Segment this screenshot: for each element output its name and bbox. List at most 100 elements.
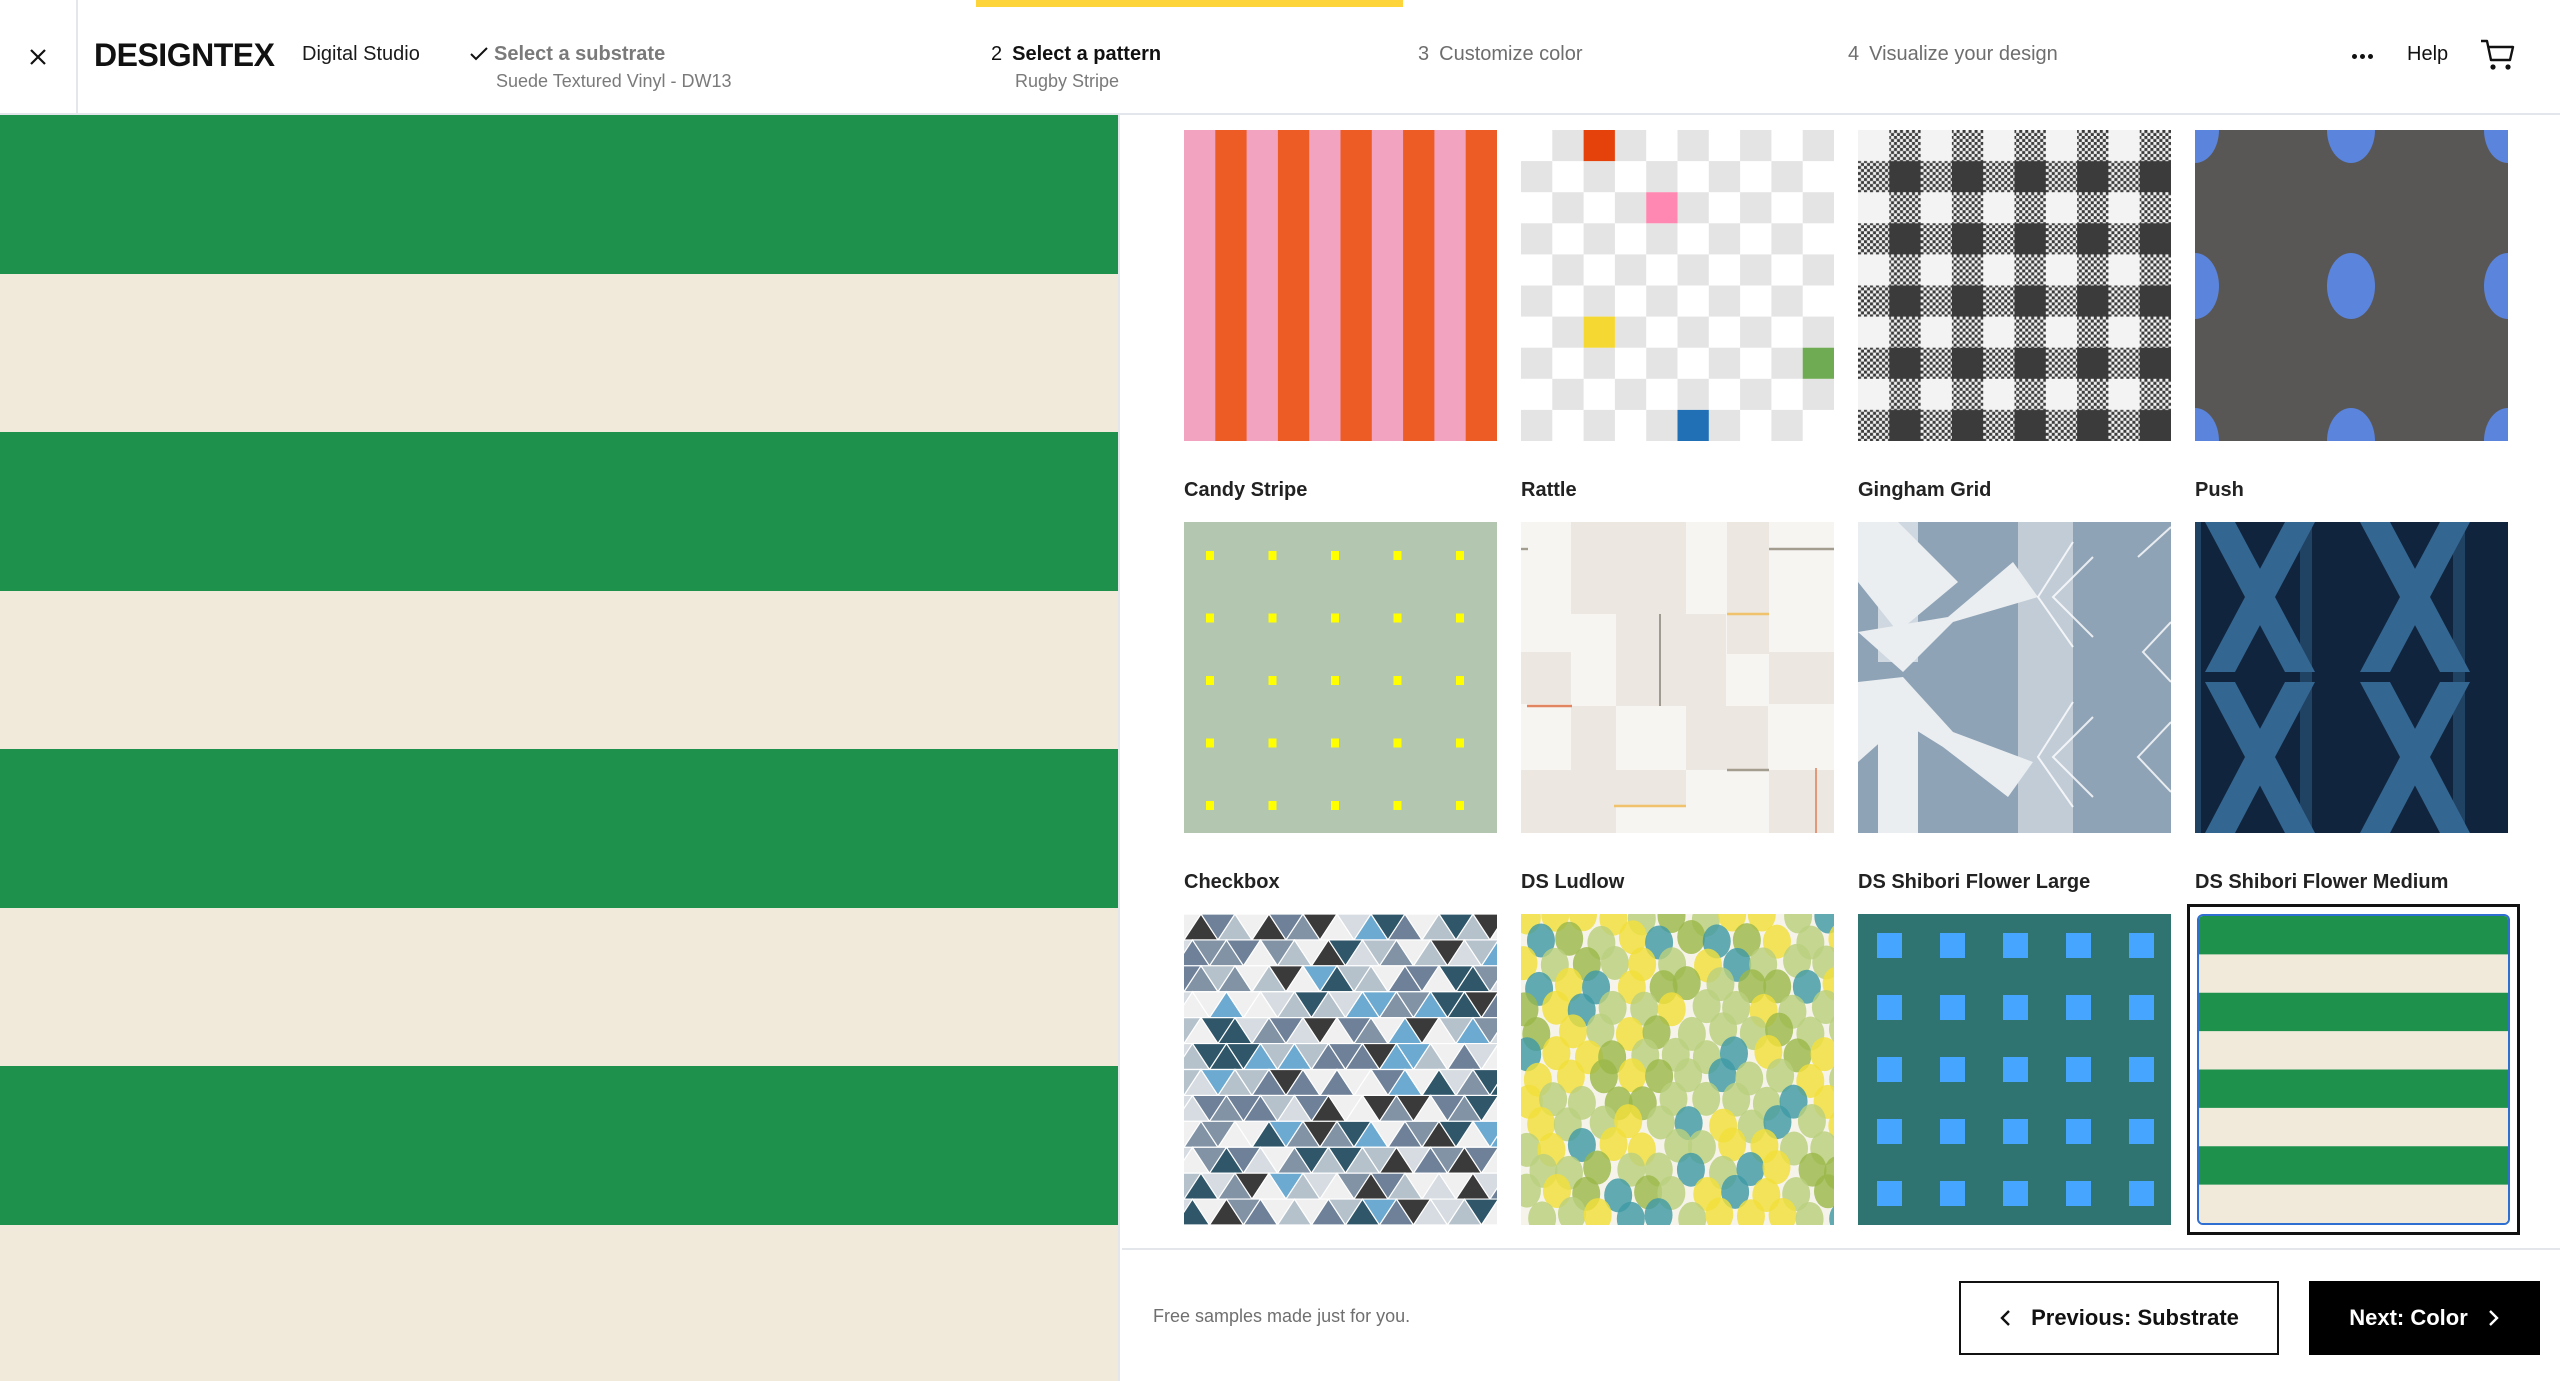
next-color-button[interactable]: Next: Color [2309, 1281, 2540, 1355]
step-subtitle: Suede Textured Vinyl - DW13 [496, 71, 732, 91]
teal-square [1940, 1119, 1965, 1144]
teal-square [1877, 933, 1902, 958]
step-number: 3 [1418, 43, 1430, 65]
app-name: Digital Studio [302, 43, 420, 65]
teal-square [1877, 1119, 1902, 1144]
teal-square [2003, 1119, 2028, 1144]
checkbox-dot [1268, 676, 1277, 685]
thumb-stripe [2199, 1107, 2508, 1147]
checkbox-dot [1331, 676, 1339, 685]
ellipsis-icon [2367, 53, 2373, 59]
checkbox-dot [1393, 801, 1402, 810]
gingham-grid-swatch [1858, 130, 2171, 441]
rattle-accent-square [1583, 316, 1615, 348]
thumb-stripe [2199, 992, 2508, 1032]
step-title: Select a pattern [1012, 43, 1162, 65]
preview-stripe-cream [0, 590, 1118, 750]
teal-square [2129, 995, 2154, 1020]
step-select-pattern[interactable]: 2 Select a pattern Rugby Stripe [991, 43, 1162, 91]
preview-stripe-green [0, 432, 1118, 592]
teal-square [2129, 1057, 2154, 1082]
checkbox-dot [1206, 613, 1214, 623]
close-button[interactable] [0, 0, 78, 113]
push-swatch [2195, 130, 2508, 441]
rattle-accent-square [1677, 409, 1709, 441]
teal-square [1940, 1181, 1965, 1206]
pattern-tile-ds-ludlow[interactable]: DS Ludlow [1521, 522, 1834, 893]
teal-square [2066, 995, 2091, 1020]
pattern-name: Checkbox [1184, 871, 1280, 893]
step-select-substrate[interactable]: Select a substrate Suede Textured Vinyl … [470, 43, 731, 91]
rattle-accent-square [1802, 347, 1834, 379]
teal-square [1940, 1057, 1965, 1082]
checkbox-dot [1331, 801, 1339, 810]
step-title: Customize color [1439, 43, 1583, 65]
checkbox-dot [1268, 801, 1277, 810]
pattern-tile-gingham-grid[interactable]: Gingham Grid [1858, 130, 2171, 501]
checkbox-dot [1456, 676, 1464, 685]
pattern-tile-rattle[interactable]: Rattle [1521, 130, 1834, 501]
teal-square [2003, 1057, 2028, 1082]
checkbox-swatch [1184, 522, 1497, 833]
pattern-tile-ds-shibori-flower-large[interactable]: DS Shibori Flower Large [1858, 522, 2171, 893]
geometric-triangles-swatch [1184, 914, 1497, 1225]
step-number: 4 [1848, 43, 1860, 65]
teal-square [2066, 1181, 2091, 1206]
thumb-stripe [2199, 1069, 2508, 1109]
previous-substrate-button[interactable]: Previous: Substrate [1959, 1281, 2279, 1355]
pattern-tile-geometric[interactable] [1184, 914, 1497, 1225]
checkbox-dot [1206, 551, 1214, 560]
teal-square [2129, 1119, 2154, 1144]
preview-stripe-cream [0, 1224, 1118, 1381]
pattern-tile-dots-watercolor[interactable] [1521, 914, 1834, 1225]
chevron-right-icon [2488, 1310, 2499, 1326]
cart-button[interactable] [2478, 38, 2518, 74]
ds-shibori-flower-large-swatch [1858, 522, 2171, 833]
pattern-tile-candy-stripe[interactable]: Candy Stripe [1184, 130, 1497, 501]
checkbox-dot [1268, 738, 1277, 748]
thumb-stripe [2199, 954, 2508, 994]
checkbox-dot [1393, 551, 1402, 560]
pattern-name: Gingham Grid [1858, 479, 1992, 501]
watercolor-dots-swatch [1521, 914, 1834, 1225]
preview-stripe-cream [0, 907, 1118, 1067]
pattern-tile-ds-shibori-flower-medium[interactable]: DS Shibori Flower Medium [2195, 522, 2508, 893]
step-customize-color[interactable]: 3 Customize color [1418, 43, 1583, 66]
step-title: Visualize your design [1869, 43, 2058, 65]
teal-square [2003, 1181, 2028, 1206]
rugby-stripe-swatch [2197, 914, 2510, 1225]
designtex-logo[interactable]: DESIGNTEX [94, 38, 275, 72]
pattern-tile-teal-squares[interactable] [1858, 914, 2171, 1225]
checkbox-dot [1331, 551, 1339, 560]
help-link[interactable]: Help [2407, 43, 2448, 66]
pattern-name: DS Shibori Flower Large [1858, 871, 2091, 893]
step-visualize-design[interactable]: 4 Visualize your design [1848, 43, 2058, 66]
rattle-accent-square [1646, 192, 1678, 224]
pattern-tile-checkbox[interactable]: Checkbox [1184, 522, 1497, 893]
thumb-stripe [2199, 1031, 2508, 1070]
footer-bar: Free samples made just for you. Previous… [1122, 1248, 2560, 1381]
free-samples-note: Free samples made just for you. [1153, 1306, 1411, 1326]
preview-stripe-green [0, 1066, 1118, 1226]
preview-stripe-green [0, 749, 1118, 909]
thumb-stripe [2199, 916, 2508, 955]
checkbox-dot [1456, 801, 1464, 810]
teal-square [1940, 995, 1965, 1020]
pattern-tile-push[interactable]: Push [2195, 130, 2508, 501]
step-progress-indicator [976, 0, 1403, 7]
ellipsis-icon [2351, 53, 2357, 59]
checkbox-dot [1393, 676, 1402, 685]
preview-stripe-green [0, 115, 1118, 275]
teal-square [1877, 1057, 1902, 1082]
checkbox-dot [1206, 676, 1214, 685]
more-options-button[interactable] [2348, 44, 2376, 68]
pattern-tile-rugby-stripe[interactable] [2187, 904, 2520, 1235]
step-number: 2 [991, 43, 1003, 65]
checkbox-dot [1393, 738, 1402, 748]
pattern-grid[interactable]: Candy Stripe Rattle Gingham Grid Push Ch… [1122, 117, 2560, 1248]
previous-button-label: Previous: Substrate [2031, 1305, 2239, 1330]
candy-stripe-swatch [1184, 130, 1497, 441]
checkbox-dot [1331, 738, 1339, 748]
close-icon [30, 48, 46, 65]
checkbox-dot [1456, 551, 1464, 560]
